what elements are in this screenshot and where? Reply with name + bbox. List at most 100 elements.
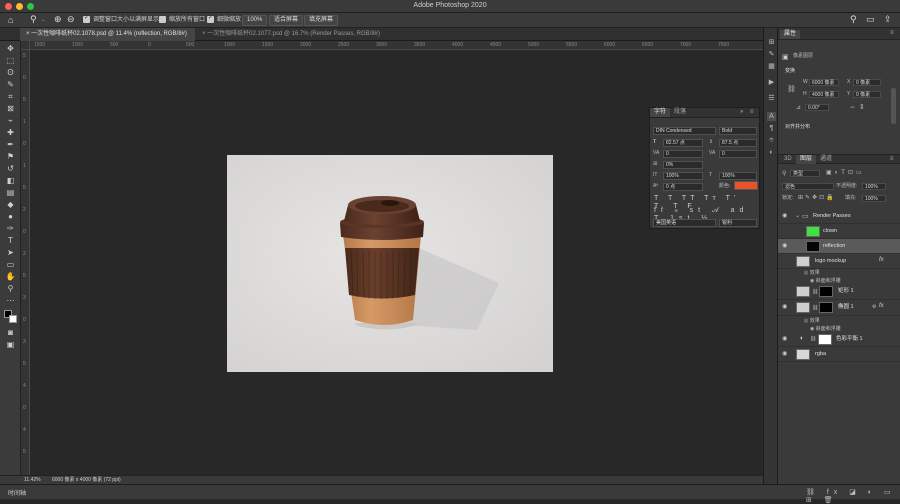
fill-field[interactable]: 100% [862,195,886,202]
more-tools-icon[interactable]: ⋯ [5,295,16,306]
angle-field[interactable]: 0.00° [805,104,829,111]
eyedropper-tool-icon[interactable]: ⌁ [5,115,16,126]
hand-tool-icon[interactable]: ✋ [5,271,16,282]
screen-mode-icon[interactable]: ▣ [5,339,16,350]
tab-character[interactable]: 字符 [650,108,671,117]
zoom-level[interactable]: 11.42% [24,476,41,484]
scrubby-zoom-checkbox[interactable] [207,14,214,23]
zoom-tool-icon[interactable]: ⚲ [5,283,16,294]
eye-icon[interactable]: ◉ [782,304,790,311]
pen-tool-icon[interactable]: ✑ [5,223,16,234]
eraser-tool-icon[interactable]: ◧ [5,175,16,186]
transform-section-label[interactable]: 变换 [785,68,795,75]
type-tool-icon[interactable]: T [5,235,16,246]
healing-brush-tool-icon[interactable]: ✚ [5,127,16,138]
eye-icon[interactable]: ◉ [782,351,790,358]
menu-icon[interactable]: ≡ [890,156,894,162]
eye-icon[interactable]: ◉ [782,243,790,250]
paragraph-icon[interactable]: ¶ [767,124,776,133]
tracking-field[interactable]: 0 [719,150,757,158]
tab-properties[interactable]: 属性 [780,30,801,39]
tab-channels[interactable]: 通道 [816,155,836,164]
font-size-field[interactable]: 82.57 点 [663,139,703,147]
font-style-select[interactable]: Bold [719,127,757,135]
chevron-down-icon[interactable]: ⌄ [41,17,45,23]
fx-badge[interactable]: fx [879,303,884,309]
collapse-icon[interactable]: » [740,109,743,115]
actions-icon[interactable]: ▶ [767,78,776,87]
brush-settings-icon[interactable]: ✎ [767,50,776,59]
layer-row-rgba[interactable]: ◉ rgba [778,347,900,362]
timeline-tab[interactable]: 时间轴 [8,488,26,497]
crop-tool-icon[interactable]: ⌗ [5,91,16,102]
quick-mask-icon[interactable]: ◙ [5,327,16,338]
zoom-in-icon[interactable]: ⊕ [54,14,62,25]
layer-row-rectangle-1[interactable]: ⛓ 矩形 1 [778,284,900,300]
align-section-label[interactable]: 对齐并分布 [785,124,810,131]
glyphs-icon[interactable]: ⌾ [767,136,776,145]
y-field[interactable]: 0 像素 [853,91,881,98]
baseline-field[interactable]: 0 点 [663,183,703,191]
layer-row-color-balance-1[interactable]: ◉ ◐ ⛓ 色彩平衡 1 [778,332,900,347]
blend-mode-select[interactable]: 滤色 [782,183,834,190]
opacity-field[interactable]: 100% [862,183,886,190]
tab-document-1078[interactable]: × 一次性咖啡纸杯02.1078.psd @ 11.4% (reflection… [20,28,195,50]
eye-icon[interactable]: ◉ [782,336,790,343]
lock-icons[interactable]: ⊞✎✥⊡🔒 [798,194,836,201]
layer-row-ellipse-1[interactable]: ◉ ⛓ 椭圆 1 ⚙ fx [778,300,900,316]
eye-icon[interactable]: ◉ [782,213,790,220]
leading-field[interactable]: 87.5 点 [719,139,757,147]
resize-windows-checkbox[interactable] [83,14,90,23]
tsume-field[interactable]: 0% [663,161,703,169]
home-icon[interactable]: ⌂ [8,15,13,25]
chevron-down-icon[interactable]: ⌄ [795,212,800,219]
text-color-swatch[interactable] [734,181,758,190]
swatches-icon[interactable]: ▦ [767,62,776,71]
tab-document-1077[interactable]: × 一次性咖啡纸杯02.1077.psd @ 16.7% (Render Pas… [196,28,396,41]
filter-icons[interactable]: ▣◐T⊡▭ [826,169,865,176]
width-field[interactable]: 6000 像素 [809,79,839,86]
tab-layers[interactable]: 图层 [796,155,817,164]
layer-row-render-passes[interactable]: ◉ ⌄ ▭ Render Passes [778,209,900,224]
layer-row-reflection[interactable]: ◉ reflection [778,239,900,254]
fx-badge[interactable]: fx [879,257,884,263]
search-icon[interactable]: ⚲ [850,14,857,25]
blur-tool-icon[interactable]: ◆ [5,199,16,210]
zoom-all-windows-checkbox[interactable] [159,16,166,23]
document-info[interactable]: 6000 像素 x 4000 像素 (72 ppi) [52,476,121,484]
font-family-select[interactable]: DIN Condensed [653,127,716,135]
brush-tool-icon[interactable]: ✒ [5,139,16,150]
layer-row-clown[interactable]: clown [778,224,900,239]
path-select-tool-icon[interactable]: ➤ [5,247,16,258]
menu-icon[interactable]: ≡ [750,109,754,115]
horizontal-scale-field[interactable]: 100% [719,172,757,180]
move-tool-icon[interactable]: ✥ [5,43,16,54]
gradient-tool-icon[interactable]: ▤ [5,187,16,198]
zoom-out-icon[interactable]: ⊖ [67,14,75,25]
stamp-tool-icon[interactable]: ⚑ [5,151,16,162]
rectangle-tool-icon[interactable]: ▭ [5,259,16,270]
character-icon[interactable]: A [767,112,776,121]
libraries-icon[interactable]: ☰ [767,94,776,103]
dodge-tool-icon[interactable]: ● [5,211,16,222]
x-field[interactable]: 0 像素 [853,79,881,86]
menu-icon[interactable]: ≡ [890,30,894,36]
marquee-tool-icon[interactable]: ⬚ [5,55,16,66]
height-field[interactable]: 4000 像素 [809,91,839,98]
vertical-scale-field[interactable]: 100% [663,172,703,180]
tab-paragraph[interactable]: 段落 [670,108,690,117]
quick-select-tool-icon[interactable]: ✎ [5,79,16,90]
layer-action-icons[interactable]: ⛓ fx ◪ ◐ ▭ ⊞ 🗑 [806,488,900,504]
fit-screen-button[interactable]: 适合屏幕 [269,15,304,26]
background-color-swatch[interactable] [9,315,17,323]
history-icon[interactable]: ⊞ [767,38,776,47]
ruler-origin[interactable] [21,41,30,50]
properties-scrollbar[interactable] [891,88,896,124]
language-select[interactable]: 美国英语 [653,219,716,227]
document-canvas[interactable] [227,155,553,372]
link-icon[interactable]: ⛓ [787,85,796,93]
kerning-field[interactable]: 0 [663,150,703,158]
tab-3d[interactable]: 3D [780,155,796,164]
layer-row-logo-mockup[interactable]: logo mockup fx [778,254,900,269]
fill-screen-button[interactable]: 填充屏幕 [304,15,339,26]
